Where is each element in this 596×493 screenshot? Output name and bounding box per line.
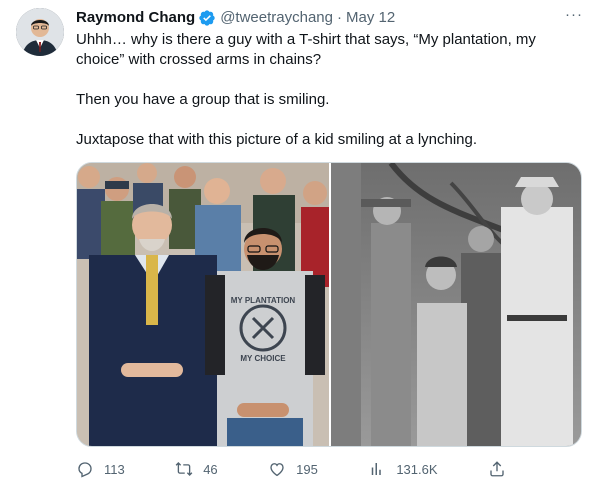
tweet-paragraph: Then you have a group that is smiling.	[76, 91, 330, 108]
retweet-button[interactable]: 46	[175, 460, 218, 478]
shirt-text-bottom: MY CHOICE	[240, 354, 286, 363]
group-photo[interactable]: MY PLANTATION MY CHOICE	[77, 163, 329, 446]
action-bar: 113 46 195 131.6K	[76, 457, 506, 481]
tweet[interactable]: Raymond Chang @tweetraychang · May 12 ··…	[0, 0, 596, 493]
views-button[interactable]: 131.6K	[368, 460, 438, 478]
retweet-count: 46	[203, 461, 218, 477]
share-icon	[490, 461, 504, 477]
author-name[interactable]: Raymond Chang	[76, 8, 195, 28]
verified-badge-icon	[198, 9, 216, 27]
tweet-date[interactable]: May 12	[346, 8, 395, 28]
more-icon[interactable]: ···	[564, 7, 584, 28]
author-handle[interactable]: @tweetraychang	[220, 8, 333, 28]
views-count: 131.6K	[396, 461, 438, 477]
like-count: 195	[296, 461, 318, 477]
like-button[interactable]: 195	[268, 460, 318, 478]
tweet-media: MY PLANTATION MY CHOICE	[76, 162, 582, 447]
historical-photo[interactable]	[331, 163, 581, 446]
shirt-text-top: MY PLANTATION	[231, 296, 296, 305]
retweet-icon	[175, 462, 193, 476]
reply-button[interactable]: 113	[76, 460, 125, 478]
avatar[interactable]	[16, 8, 64, 56]
share-button[interactable]	[488, 460, 506, 478]
reply-icon	[78, 462, 92, 478]
tweet-text: Uhhh… why is there a guy with a T-shirt …	[76, 30, 568, 150]
tweet-paragraph: Uhhh… why is there a guy with a T-shirt …	[76, 31, 536, 68]
separator-dot: ·	[336, 9, 342, 26]
reply-count: 113	[104, 461, 125, 477]
tweet-content: Raymond Chang @tweetraychang · May 12 ··…	[76, 7, 584, 150]
heart-icon	[270, 463, 284, 477]
tweet-paragraph: Juxtapose that with this picture of a ki…	[76, 131, 478, 148]
views-icon	[372, 463, 382, 475]
tweet-header: Raymond Chang @tweetraychang · May 12	[76, 8, 584, 28]
